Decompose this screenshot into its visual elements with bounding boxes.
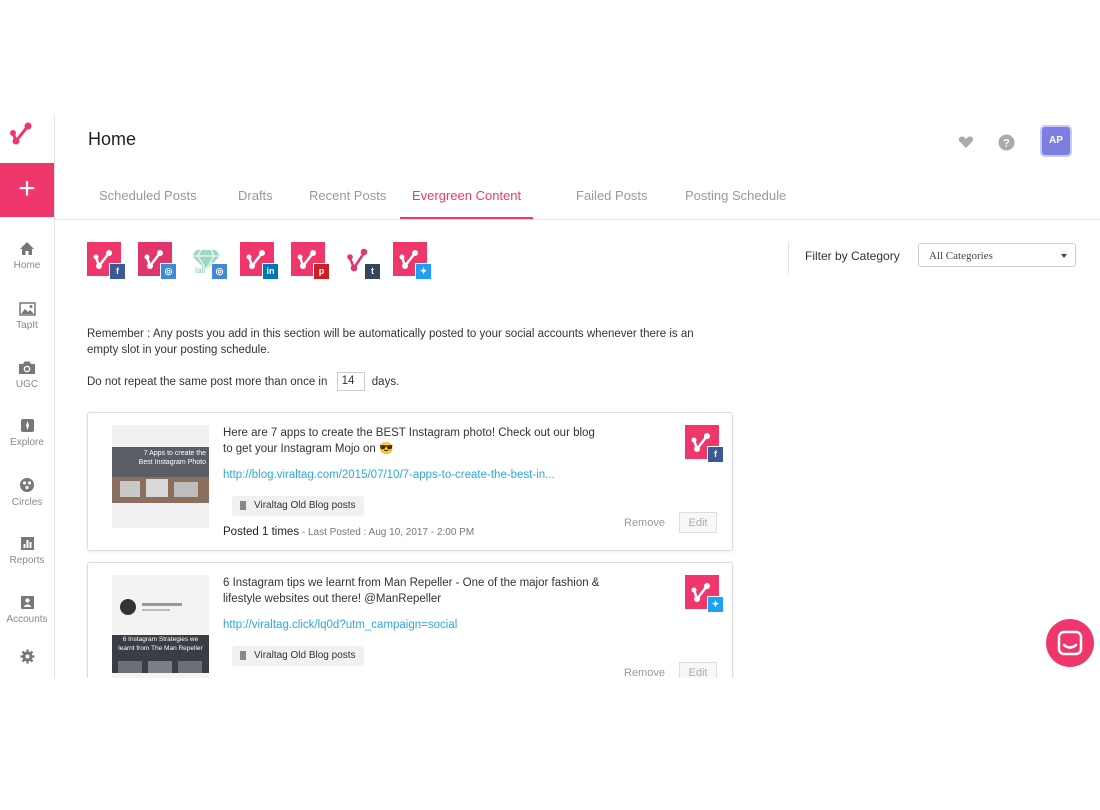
category-tag-label: Viraltag Old Blog posts (254, 650, 356, 661)
instagram-icon: ◎ (160, 263, 177, 280)
remove-button[interactable]: Remove (624, 667, 665, 678)
post-image (112, 575, 209, 678)
evergreen-notice: Remember : Any posts you add in this sec… (87, 328, 694, 356)
sidebar-item-label: Circles (11, 497, 43, 508)
remove-button[interactable]: Remove (624, 517, 665, 529)
chat-button[interactable] (1046, 619, 1094, 667)
category-select[interactable]: All Categories (918, 243, 1076, 267)
svg-text:?: ? (1003, 138, 1010, 150)
account-icon (20, 596, 34, 609)
account-facebook[interactable]: f (87, 242, 126, 280)
sidebar-item-label: Home (13, 260, 41, 271)
app-window: + Home TapIt UGC Explore Circles Reports… (0, 115, 1100, 678)
category-tag[interactable]: Viraltag Old Blog posts (232, 496, 364, 516)
facebook-icon: f (109, 263, 126, 280)
tab-drafts[interactable]: Drafts (238, 175, 273, 217)
sidebar-item-label: Explore (10, 437, 44, 448)
twitter-icon: ✦ (707, 596, 724, 613)
gear-icon (20, 649, 34, 664)
sidebar: + Home TapIt UGC Explore Circles Reports… (0, 115, 55, 678)
post-card: 6 Instagram Strategies we learnt from Th… (87, 562, 733, 678)
camera-icon (19, 361, 35, 374)
account-pinterest[interactable]: p (291, 242, 330, 280)
post-thumbnail[interactable]: 7 Apps to create the Best Instagram Phot… (112, 425, 209, 528)
post-link[interactable]: http://blog.viraltag.com/2015/07/10/7-ap… (223, 469, 555, 481)
sidebar-item-label: Reports (9, 555, 45, 566)
post-card: 7 Apps to create the Best Instagram Phot… (87, 412, 733, 551)
sidebar-item-home[interactable]: Home (0, 241, 54, 271)
tab-bar: Scheduled Posts Drafts Recent Posts Ever… (55, 175, 1100, 220)
post-account-twitter: ✦ (685, 575, 725, 615)
divider (788, 242, 789, 274)
bookmark-icon (240, 651, 246, 660)
sidebar-item-label: TapIt (16, 320, 38, 331)
tab-failed-posts[interactable]: Failed Posts (576, 175, 648, 217)
category-tag-label: Viraltag Old Blog posts (254, 500, 356, 511)
edit-button[interactable]: Edit (679, 512, 717, 533)
add-post-button[interactable]: + (0, 163, 54, 217)
chevron-down-icon (1061, 254, 1067, 258)
pinterest-icon: p (313, 263, 330, 280)
sidebar-item-label: UGC (15, 379, 39, 390)
page-title: Home (88, 129, 137, 149)
chat-icon (1057, 630, 1083, 656)
main-content: Home ? AP Scheduled Posts Drafts Recent … (55, 115, 1100, 678)
sidebar-item-settings[interactable] (0, 649, 54, 664)
tab-recent-posts[interactable]: Recent Posts (309, 175, 386, 217)
repeat-prefix: Do not repeat the same post more than on… (87, 376, 328, 388)
account-label: tali (195, 266, 206, 275)
account-instagram[interactable]: ◎ (138, 242, 177, 280)
tumblr-icon: t (364, 263, 381, 280)
sidebar-item-label: Accounts (6, 614, 48, 625)
post-thumbnail[interactable]: 6 Instagram Strategies we learnt from Th… (112, 575, 209, 678)
sidebar-item-reports[interactable]: Reports (0, 536, 54, 566)
repeat-setting: Do not repeat the same post more than on… (87, 372, 399, 394)
tab-posting-schedule[interactable]: Posting Schedule (685, 175, 786, 217)
account-twitter[interactable]: ✦ (393, 242, 432, 280)
tab-evergreen-content[interactable]: Evergreen Content (400, 175, 534, 219)
posted-count: Posted 1 times (223, 526, 300, 538)
tab-scheduled-posts[interactable]: Scheduled Posts (99, 175, 197, 217)
home-icon (20, 242, 34, 255)
viraltag-logo[interactable] (9, 121, 35, 149)
thumbnail-caption: 7 Apps to create the Best Instagram Phot… (138, 450, 206, 466)
repeat-days-input[interactable]: 14 (336, 372, 365, 392)
repeat-suffix: days. (371, 376, 400, 388)
post-stats: Posted 1 times - Last Posted : Aug 10, 2… (223, 526, 474, 538)
edit-button[interactable]: Edit (679, 662, 717, 678)
category-tag[interactable]: Viraltag Old Blog posts (232, 646, 364, 666)
category-select-value: All Categories (929, 250, 993, 262)
sidebar-item-accounts[interactable]: Accounts (0, 595, 54, 625)
compass-icon (20, 419, 34, 432)
image-icon (18, 302, 36, 316)
chart-icon (20, 537, 34, 550)
post-account-facebook: f (685, 425, 725, 465)
sidebar-item-tapit[interactable]: TapIt (0, 302, 54, 331)
heart-icon[interactable] (958, 135, 974, 149)
top-actions: ? AP (958, 127, 1070, 159)
sidebar-item-explore[interactable]: Explore (0, 418, 54, 448)
post-text: Here are 7 apps to create the BEST Insta… (223, 427, 595, 455)
facebook-icon: f (707, 446, 724, 463)
twitter-icon: ✦ (415, 263, 432, 280)
thumbnail-caption: 6 Instagram Strategies we learnt from Th… (118, 636, 203, 652)
account-linkedin[interactable]: in (240, 242, 279, 280)
sidebar-item-ugc[interactable]: UGC (0, 360, 54, 390)
sidebar-item-circles[interactable]: Circles (0, 477, 54, 508)
help-icon[interactable]: ? (998, 134, 1015, 151)
instagram-icon: ◎ (211, 263, 228, 280)
last-posted: - Last Posted : Aug 10, 2017 - 2:00 PM (299, 527, 475, 538)
filter-label: Filter by Category (805, 249, 900, 263)
account-tumblr[interactable]: t (342, 242, 381, 280)
linkedin-icon: in (262, 263, 279, 280)
account-instagram-tali[interactable]: tali ◎ (189, 242, 228, 280)
avatar[interactable]: AP (1042, 127, 1070, 155)
circles-icon (20, 478, 34, 492)
post-link[interactable]: http://viraltag.click/lq0d?utm_campaign=… (223, 619, 457, 631)
post-text: 6 Instagram tips we learnt from Man Repe… (223, 577, 600, 605)
bookmark-icon (240, 501, 246, 510)
